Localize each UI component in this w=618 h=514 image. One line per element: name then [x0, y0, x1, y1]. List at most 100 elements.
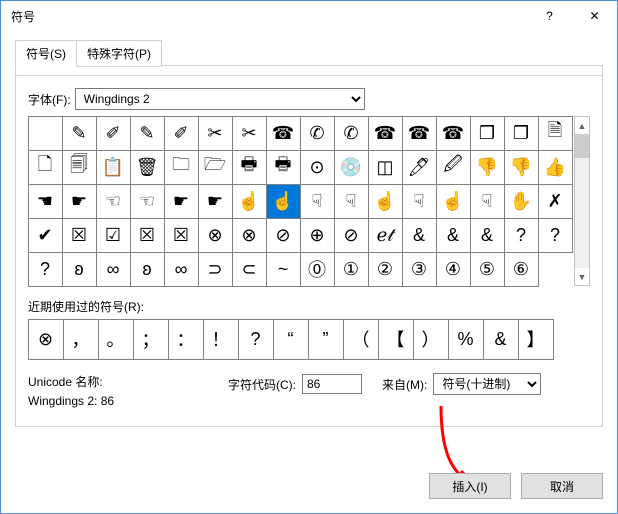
symbol-cell[interactable]: 🗋 — [28, 150, 63, 185]
symbol-cell[interactable]: ❐ — [504, 116, 539, 151]
help-button[interactable]: ? — [527, 1, 572, 31]
font-select[interactable]: Wingdings 2 — [75, 88, 365, 110]
recent-cell[interactable]: & — [483, 319, 519, 360]
symbol-cell[interactable]: ☟ — [470, 184, 505, 219]
recent-grid[interactable]: ⊗，。；：！?“”（【）%&】 — [28, 319, 590, 359]
symbol-cell[interactable]: ☟ — [402, 184, 437, 219]
symbol-cell[interactable]: ⊗ — [198, 218, 233, 253]
recent-cell[interactable]: “ — [273, 319, 309, 360]
symbol-cell[interactable]: 🖶 — [266, 150, 301, 185]
symbol-cell[interactable]: ☜ — [96, 184, 131, 219]
symbol-cell[interactable]: ⊃ — [198, 252, 233, 287]
symbol-cell[interactable]: ⑥ — [504, 252, 539, 287]
symbol-cell[interactable]: ✂ — [232, 116, 267, 151]
symbol-cell[interactable]: 🗁 — [198, 150, 233, 185]
symbol-cell[interactable]: ∞ — [96, 252, 131, 287]
symbol-cell[interactable]: 🗑 — [130, 150, 165, 185]
symbol-cell[interactable]: ✐ — [164, 116, 199, 151]
symbol-cell[interactable]: ☝ — [436, 184, 471, 219]
symbol-cell[interactable]: ~ — [266, 252, 301, 287]
recent-cell[interactable]: ： — [168, 319, 204, 360]
symbol-cell[interactable]: 🗐 — [62, 150, 97, 185]
symbol-cell[interactable]: ☎ — [402, 116, 437, 151]
recent-cell[interactable]: （ — [343, 319, 379, 360]
symbol-cell[interactable]: 🖊 — [402, 150, 437, 185]
symbol-cell[interactable]: ③ — [402, 252, 437, 287]
symbol-cell[interactable]: ④ — [436, 252, 471, 287]
scroll-down-icon[interactable]: ▼ — [575, 268, 589, 285]
symbol-cell[interactable]: ❐ — [470, 116, 505, 151]
symbol-cell[interactable]: ☜ — [130, 184, 165, 219]
from-select[interactable]: 符号(十进制) — [433, 373, 541, 395]
symbol-cell[interactable]: ☑ — [96, 218, 131, 253]
recent-cell[interactable]: ” — [308, 319, 344, 360]
symbol-cell[interactable]: ◫ — [368, 150, 403, 185]
symbol-cell[interactable]: ☎ — [266, 116, 301, 151]
symbol-cell[interactable]: ✎ — [130, 116, 165, 151]
symbol-cell[interactable]: ⊕ — [300, 218, 335, 253]
recent-cell[interactable]: ⊗ — [28, 319, 64, 360]
symbol-cell[interactable]: ⑤ — [470, 252, 505, 287]
recent-cell[interactable]: 【 — [378, 319, 414, 360]
symbol-cell[interactable]: ⊘ — [266, 218, 301, 253]
recent-cell[interactable]: ? — [238, 319, 274, 360]
symbol-cell[interactable]: ① — [334, 252, 369, 287]
tab-special-chars[interactable]: 特殊字符(P) — [76, 40, 162, 67]
insert-button[interactable]: 插入(I) — [429, 473, 511, 499]
recent-cell[interactable]: ， — [63, 319, 99, 360]
symbol-cell[interactable]: ? — [504, 218, 539, 253]
symbol-cell[interactable]: ☛ — [164, 184, 199, 219]
symbol-cell[interactable]: ✆ — [300, 116, 335, 151]
symbol-cell[interactable]: ✐ — [96, 116, 131, 151]
symbol-cell[interactable]: 👍 — [538, 150, 573, 185]
symbol-cell[interactable]: ✔ — [28, 218, 63, 253]
recent-cell[interactable]: ； — [133, 319, 169, 360]
symbol-cell[interactable]: ʚ — [130, 252, 165, 287]
symbol-cell[interactable]: ⊗ — [232, 218, 267, 253]
symbol-cell[interactable]: 👎 — [470, 150, 505, 185]
cancel-button[interactable]: 取消 — [521, 473, 603, 499]
symbol-cell[interactable]: ☝ — [232, 184, 267, 219]
symbol-cell[interactable]: ☒ — [130, 218, 165, 253]
symbol-cell[interactable]: 🗀 — [164, 150, 199, 185]
symbol-cell[interactable]: ? — [538, 218, 573, 253]
symbol-cell[interactable]: ☟ — [300, 184, 335, 219]
symbol-cell[interactable]: ∞ — [164, 252, 199, 287]
symbol-cell[interactable]: & — [470, 218, 505, 253]
symbol-cell[interactable]: ② — [368, 252, 403, 287]
charcode-input[interactable] — [302, 374, 362, 394]
symbol-cell[interactable]: ✆ — [334, 116, 369, 151]
symbol-cell[interactable]: ☝ — [266, 184, 301, 219]
symbol-cell[interactable]: ✎ — [62, 116, 97, 151]
symbol-cell[interactable]: & — [402, 218, 437, 253]
symbol-cell[interactable]: ✂ — [198, 116, 233, 151]
symbol-cell[interactable]: ℯ𝓉 — [368, 218, 403, 253]
scroll-up-icon[interactable]: ▲ — [575, 117, 589, 134]
symbol-cell[interactable]: 💿 — [334, 150, 369, 185]
symbol-cell[interactable]: ✋ — [504, 184, 539, 219]
symbol-cell[interactable]: ☎ — [368, 116, 403, 151]
symbol-cell[interactable] — [28, 116, 63, 151]
symbol-cell[interactable]: ☛ — [198, 184, 233, 219]
symbol-cell[interactable]: ☒ — [62, 218, 97, 253]
symbol-cell[interactable]: 🗎 — [538, 116, 573, 151]
symbol-scrollbar[interactable]: ▲ ▼ — [574, 116, 590, 286]
symbol-cell[interactable]: ⊙ — [300, 150, 335, 185]
recent-cell[interactable]: 】 — [518, 319, 554, 360]
recent-cell[interactable]: 。 — [98, 319, 134, 360]
symbol-cell[interactable]: 🖶 — [232, 150, 267, 185]
symbol-cell[interactable]: ☎ — [436, 116, 471, 151]
symbol-cell[interactable]: ☝ — [368, 184, 403, 219]
symbol-cell[interactable]: 👎 — [504, 150, 539, 185]
symbol-cell[interactable]: 🖉 — [436, 150, 471, 185]
symbol-cell[interactable]: ☟ — [334, 184, 369, 219]
symbol-cell[interactable]: ⓪ — [300, 252, 335, 287]
symbol-cell[interactable]: 📋 — [96, 150, 131, 185]
symbol-cell[interactable]: & — [436, 218, 471, 253]
symbol-cell[interactable]: ☛ — [62, 184, 97, 219]
symbol-cell[interactable]: ʚ — [62, 252, 97, 287]
recent-cell[interactable]: ！ — [203, 319, 239, 360]
symbol-grid[interactable]: ✎✐✎✐✂✂☎✆✆☎☎☎❐❐🗎🗋🗐📋🗑🗀🗁🖶🖶⊙💿◫🖊🖉👎👎👍☚☛☜☜☛☛☝☝☟… — [28, 116, 572, 286]
recent-cell[interactable]: ） — [413, 319, 449, 360]
symbol-cell[interactable]: ⊂ — [232, 252, 267, 287]
